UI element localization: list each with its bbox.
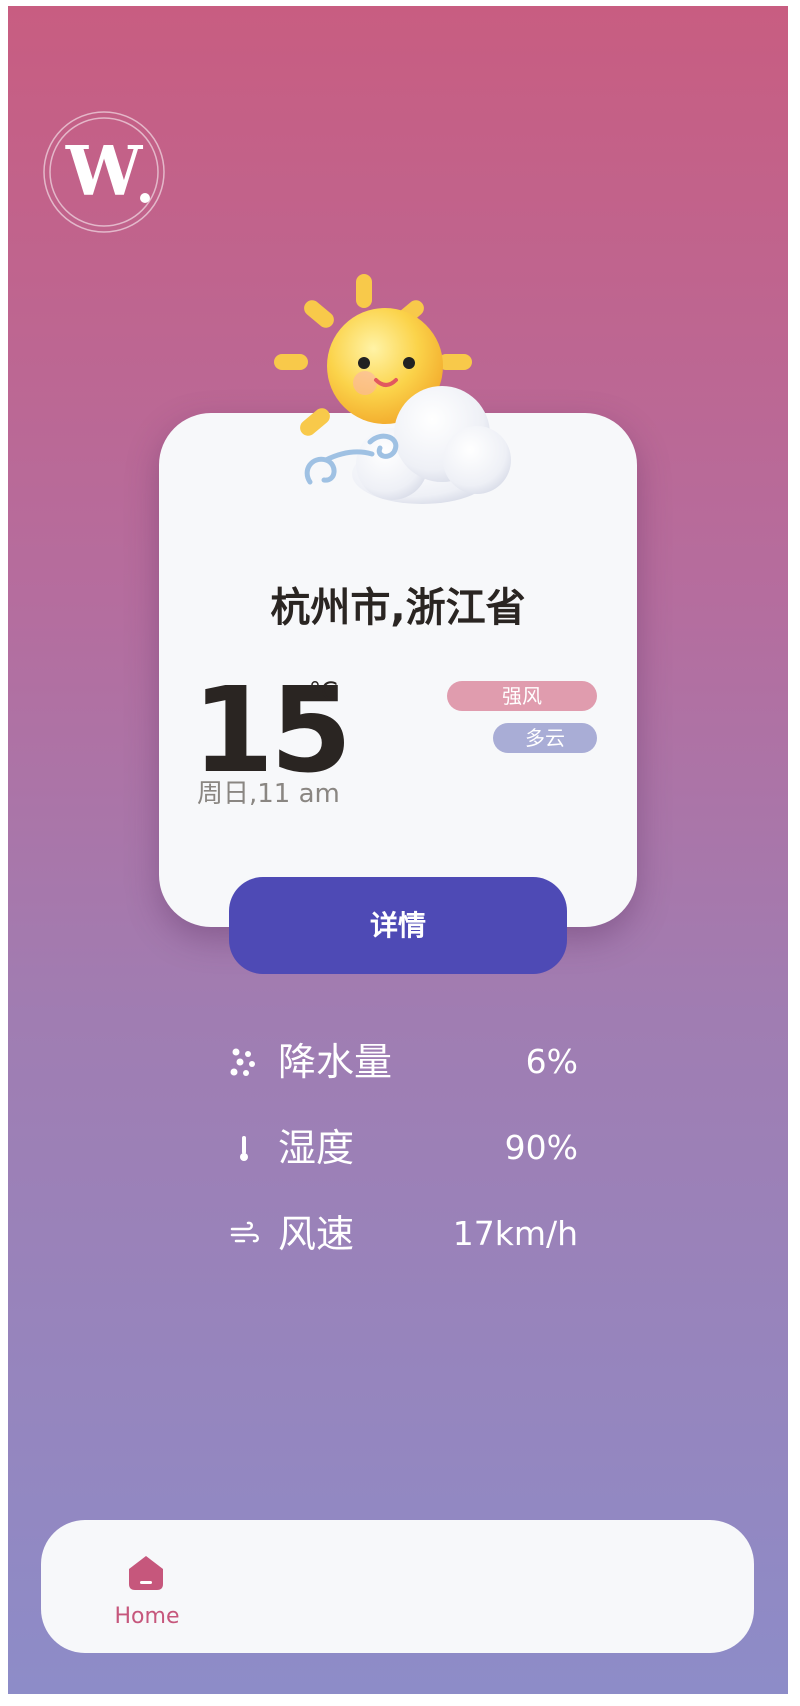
humidity-value: 90% (504, 1128, 578, 1167)
wind-speed-row: 风速 17km/h (228, 1206, 578, 1262)
humidity-row: 湿度 90% (228, 1120, 578, 1176)
weather-screen: W 杭州市,浙江省 15 °C 周日,11 am 强风 多云 详情 降水量 6%… (8, 6, 788, 1694)
date-time: 周日,11 am (197, 779, 340, 809)
sun-cloud-weather-icon (274, 274, 511, 504)
thermometer-icon (240, 1136, 248, 1161)
precipitation-value: 6% (525, 1042, 578, 1081)
details-button[interactable]: 详情 (229, 877, 567, 974)
rain-icon (230, 1048, 255, 1076)
city-name: 杭州市,浙江省 (270, 585, 526, 631)
wind-speed-value: 17km/h (452, 1214, 578, 1253)
wind-speed-label: 风速 (278, 1212, 355, 1256)
humidity-label: 湿度 (278, 1126, 355, 1170)
logo-letter: W (65, 132, 143, 212)
bottom-nav: Home (41, 1520, 754, 1653)
precipitation-label: 降水量 (278, 1040, 393, 1084)
temperature-unit: °C (309, 677, 338, 705)
wind-icon (230, 1221, 259, 1243)
home-tab-label[interactable]: Home (107, 1604, 187, 1629)
app-logo: W (42, 110, 166, 234)
home-icon[interactable] (125, 1552, 167, 1594)
precipitation-row: 降水量 6% (228, 1034, 578, 1090)
cloudy-tag: 多云 (493, 723, 597, 753)
strong-wind-tag: 强风 (447, 681, 597, 711)
